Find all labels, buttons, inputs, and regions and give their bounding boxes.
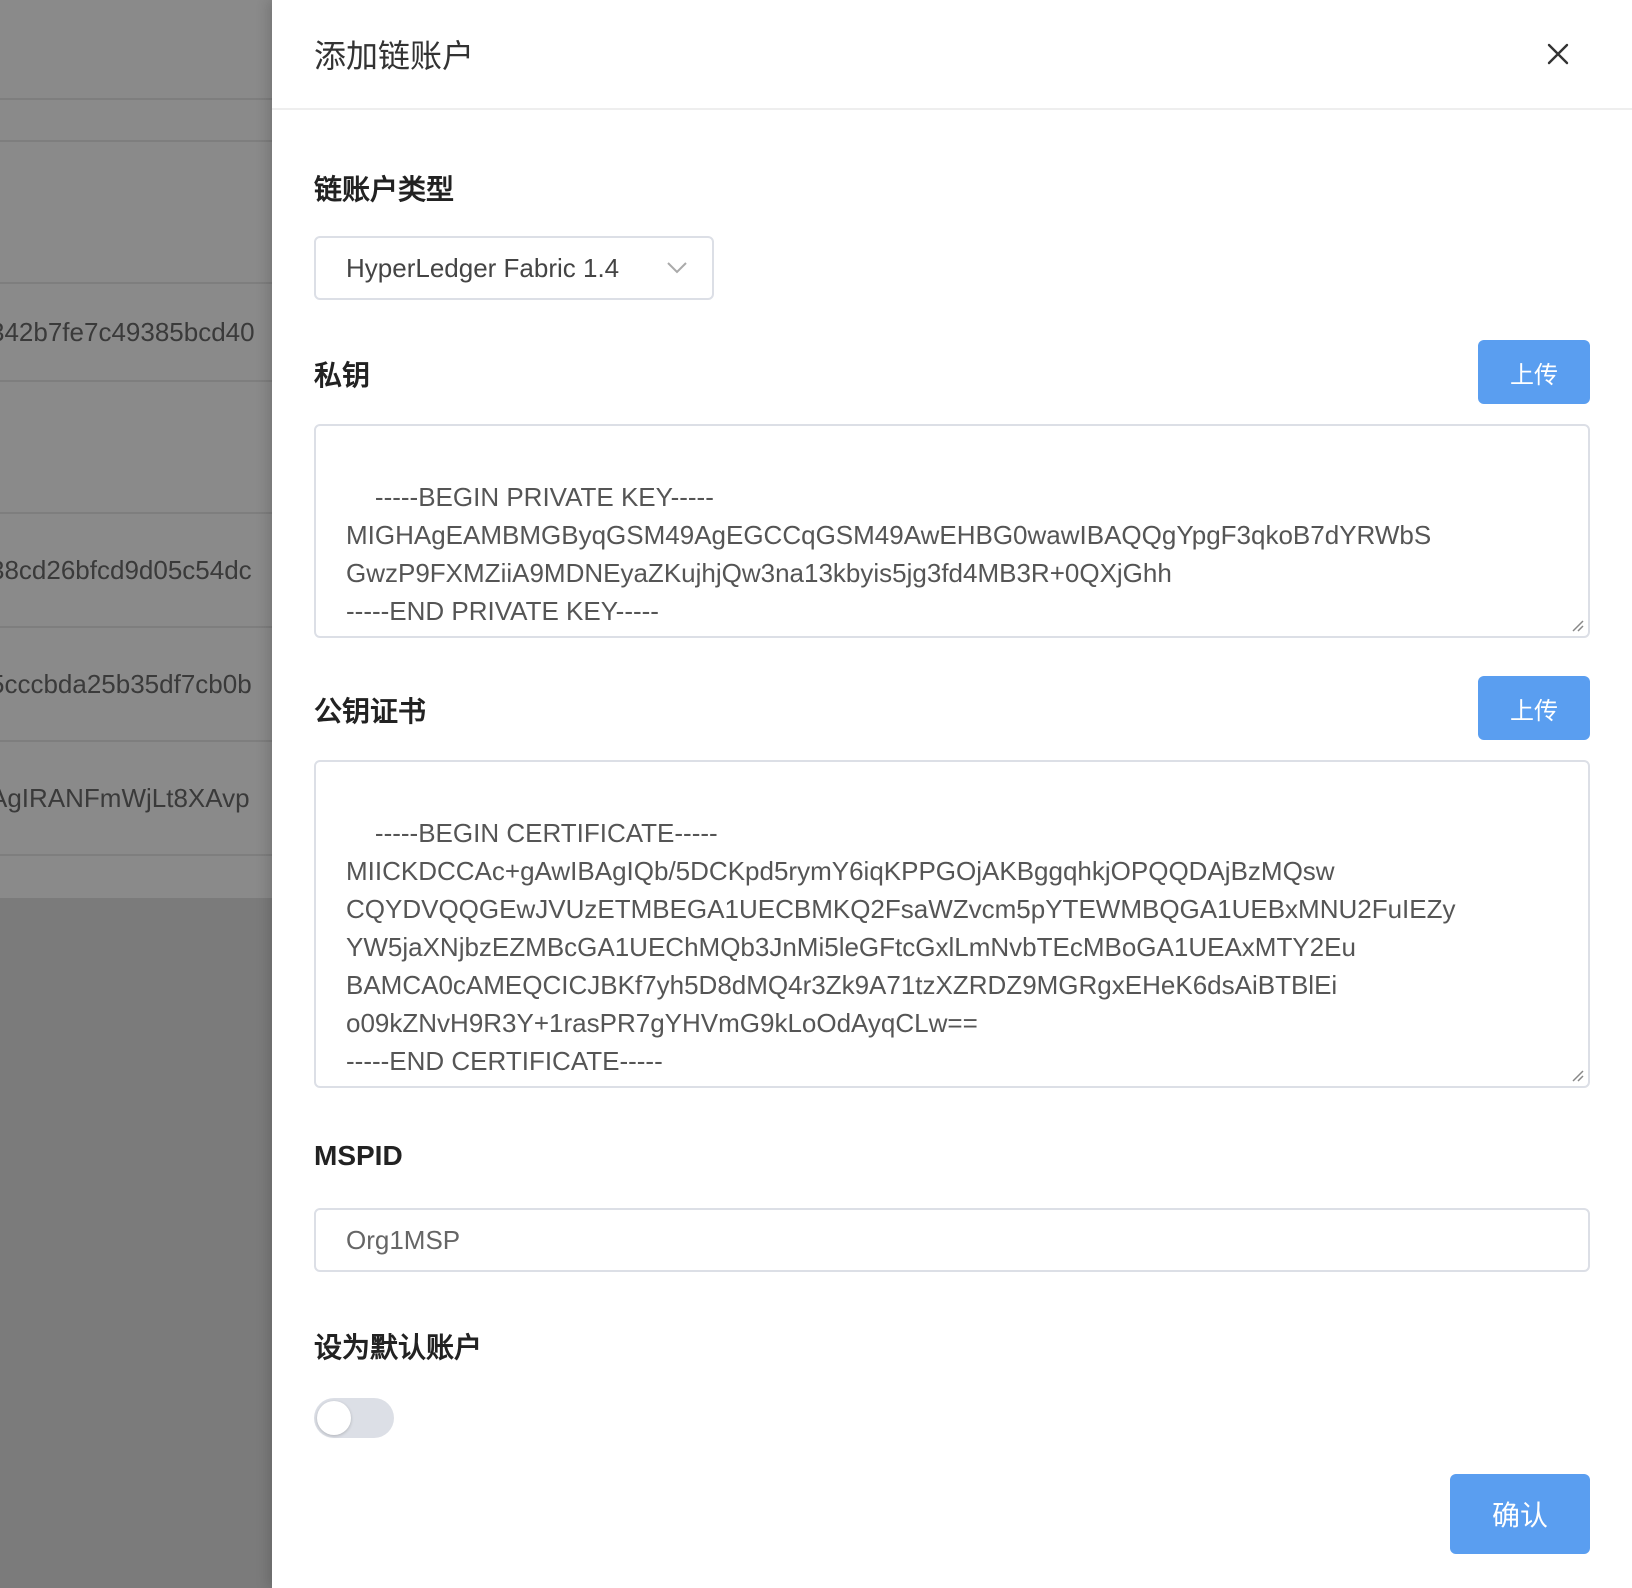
- table-row: 5cccbda25b35df7cb0b: [0, 628, 272, 742]
- private-key-label: 私钥: [314, 360, 371, 391]
- mspid-value: Org1MSP: [346, 1224, 461, 1255]
- account-type-label: 链账户类型: [314, 174, 455, 205]
- add-chain-account-drawer: 添加链账户 链账户类型 HyperLedger Fabric 1.4 私钥 上传…: [272, 0, 1632, 1588]
- public-cert-label: 公钥证书: [314, 696, 427, 727]
- default-account-toggle[interactable]: [314, 1398, 394, 1438]
- table-cell: 5cccbda25b35df7cb0b: [0, 668, 252, 699]
- public-cert-text: -----BEGIN CERTIFICATE----- MIICKDCCAc+g…: [346, 818, 1456, 1076]
- table-cell: AgIRANFmWjLt8XAvp: [0, 782, 250, 813]
- drawer-header: 添加链账户: [272, 0, 1632, 110]
- resize-handle-icon[interactable]: [1570, 618, 1584, 632]
- private-key-text: -----BEGIN PRIVATE KEY----- MIGHAgEAMBMG…: [346, 482, 1432, 626]
- resize-handle-icon[interactable]: [1570, 1068, 1584, 1082]
- table-row: [0, 100, 272, 142]
- public-cert-upload-button[interactable]: 上传: [1478, 676, 1590, 740]
- table-cell: 342b7fe7c49385bcd40: [0, 316, 255, 347]
- confirm-button[interactable]: 确认: [1450, 1474, 1590, 1554]
- private-key-textarea[interactable]: -----BEGIN PRIVATE KEY----- MIGHAgEAMBMG…: [314, 424, 1590, 638]
- private-key-upload-button[interactable]: 上传: [1478, 340, 1590, 404]
- account-type-select[interactable]: HyperLedger Fabric 1.4: [314, 236, 714, 300]
- close-icon: [1547, 43, 1569, 65]
- public-cert-textarea[interactable]: -----BEGIN CERTIFICATE----- MIICKDCCAc+g…: [314, 760, 1590, 1088]
- toggle-knob: [317, 1401, 351, 1435]
- table-row: [0, 382, 272, 514]
- table-row: [0, 142, 272, 284]
- table-row: [0, 0, 272, 100]
- table-row: 38cd26bfcd9d05c54dc: [0, 514, 272, 628]
- table-row: 342b7fe7c49385bcd40: [0, 284, 272, 382]
- mspid-label: MSPID: [314, 1140, 403, 1171]
- background-table: 342b7fe7c49385bcd40 38cd26bfcd9d05c54dc …: [0, 0, 272, 898]
- mspid-input[interactable]: Org1MSP: [314, 1208, 1590, 1272]
- chevron-down-icon: [667, 262, 687, 274]
- account-type-value: HyperLedger Fabric 1.4: [346, 252, 620, 283]
- default-account-label: 设为默认账户: [314, 1332, 483, 1363]
- close-button[interactable]: [1538, 34, 1578, 74]
- background-page: 342b7fe7c49385bcd40 38cd26bfcd9d05c54dc …: [0, 0, 272, 1588]
- table-cell: 38cd26bfcd9d05c54dc: [0, 554, 252, 585]
- table-row: AgIRANFmWjLt8XAvp: [0, 742, 272, 856]
- drawer-title: 添加链账户: [314, 38, 475, 74]
